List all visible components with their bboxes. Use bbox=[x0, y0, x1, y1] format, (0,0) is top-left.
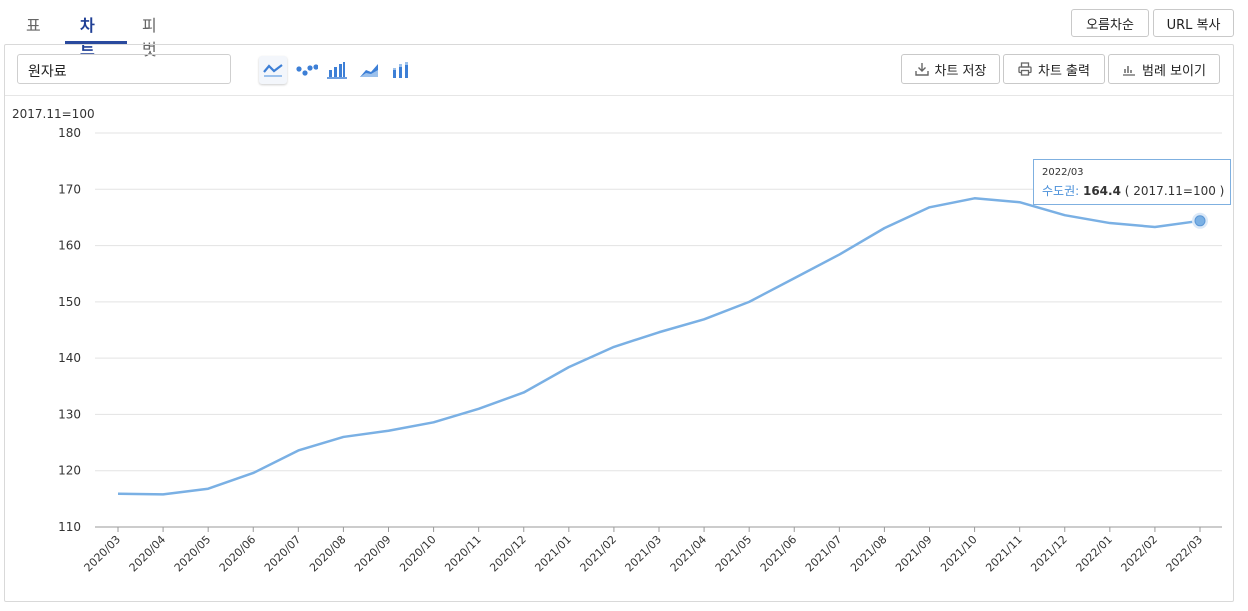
x-tick-label: 2021/09 bbox=[893, 533, 935, 575]
x-tick-label: 2020/11 bbox=[442, 533, 484, 575]
x-tick-label: 2020/09 bbox=[352, 533, 394, 575]
data-point[interactable] bbox=[383, 425, 395, 437]
data-point[interactable] bbox=[292, 444, 304, 456]
x-tick-label: 2021/06 bbox=[758, 533, 800, 575]
data-point[interactable] bbox=[698, 313, 710, 325]
data-point[interactable] bbox=[337, 431, 349, 443]
data-point[interactable] bbox=[743, 296, 755, 308]
x-tick-label: 2020/10 bbox=[397, 533, 439, 575]
highlight-point[interactable] bbox=[1194, 215, 1206, 227]
data-point[interactable] bbox=[1014, 196, 1026, 208]
data-point[interactable] bbox=[878, 222, 890, 234]
x-tick-label: 2020/06 bbox=[217, 533, 259, 575]
data-point[interactable] bbox=[969, 192, 981, 204]
data-point[interactable] bbox=[924, 201, 936, 213]
x-tick-label: 2022/02 bbox=[1119, 533, 1161, 575]
x-tick-label: 2020/12 bbox=[487, 533, 529, 575]
tooltip-value-line: 수도권: 164.4 ( 2017.11=100 ) bbox=[1042, 184, 1225, 198]
tooltip-unit: ( 2017.11=100 ) bbox=[1124, 184, 1225, 198]
data-point[interactable] bbox=[833, 249, 845, 261]
x-tick-label: 2021/04 bbox=[668, 533, 710, 575]
x-tick-label: 2022/01 bbox=[1073, 533, 1115, 575]
data-point[interactable] bbox=[112, 488, 124, 500]
data-point[interactable] bbox=[1059, 209, 1071, 221]
tooltip-value: 164.4 bbox=[1082, 184, 1121, 198]
y-tick-label: 140 bbox=[58, 351, 81, 365]
x-tick-label: 2022/03 bbox=[1164, 533, 1206, 575]
x-tick-label: 2021/11 bbox=[983, 533, 1025, 575]
x-tick-label: 2020/07 bbox=[262, 533, 304, 575]
data-point[interactable] bbox=[428, 416, 440, 428]
x-tick-label: 2020/03 bbox=[82, 533, 124, 575]
x-tick-label: 2020/08 bbox=[307, 533, 349, 575]
x-tick-label: 2020/05 bbox=[172, 533, 214, 575]
data-point[interactable] bbox=[1104, 217, 1116, 229]
data-tooltip: 2022/03 수도권: 164.4 ( 2017.11=100 ) bbox=[1033, 159, 1231, 205]
data-point[interactable] bbox=[788, 272, 800, 284]
series-line[interactable] bbox=[117, 197, 1201, 496]
x-tick-label: 2021/02 bbox=[578, 533, 620, 575]
x-tick-label: 2021/03 bbox=[623, 533, 665, 575]
y-tick-label: 160 bbox=[58, 239, 81, 253]
x-tick-label: 2021/10 bbox=[938, 533, 980, 575]
data-point[interactable] bbox=[608, 341, 620, 353]
data-point[interactable] bbox=[563, 361, 575, 373]
x-tick-label: 2021/12 bbox=[1028, 533, 1070, 575]
tooltip-date: 2022/03 bbox=[1042, 167, 1084, 178]
data-point[interactable] bbox=[202, 483, 214, 495]
y-tick-label: 150 bbox=[58, 295, 81, 309]
tooltip-series-name: 수도권 bbox=[1042, 184, 1076, 198]
data-point[interactable] bbox=[518, 386, 530, 398]
data-point[interactable] bbox=[157, 488, 169, 500]
y-tick-label: 170 bbox=[58, 182, 81, 196]
x-tick-label: 2021/08 bbox=[848, 533, 890, 575]
x-tick-label: 2021/05 bbox=[713, 533, 755, 575]
y-tick-label: 180 bbox=[58, 126, 81, 140]
data-point[interactable] bbox=[1149, 221, 1161, 233]
y-tick-label: 110 bbox=[58, 520, 81, 534]
y-tick-label: 130 bbox=[58, 407, 81, 421]
data-point[interactable] bbox=[653, 326, 665, 338]
line-chart: 110120130140150160170180 2020/03 2020/04 2… bbox=[58, 126, 1222, 575]
x-tick-label: 2020/04 bbox=[127, 533, 169, 575]
y-tick-label: 120 bbox=[58, 464, 81, 478]
x-tick-label: 2021/01 bbox=[532, 533, 574, 575]
data-point[interactable] bbox=[247, 467, 259, 479]
x-tick-label: 2021/07 bbox=[803, 533, 845, 575]
data-point[interactable] bbox=[473, 403, 485, 415]
